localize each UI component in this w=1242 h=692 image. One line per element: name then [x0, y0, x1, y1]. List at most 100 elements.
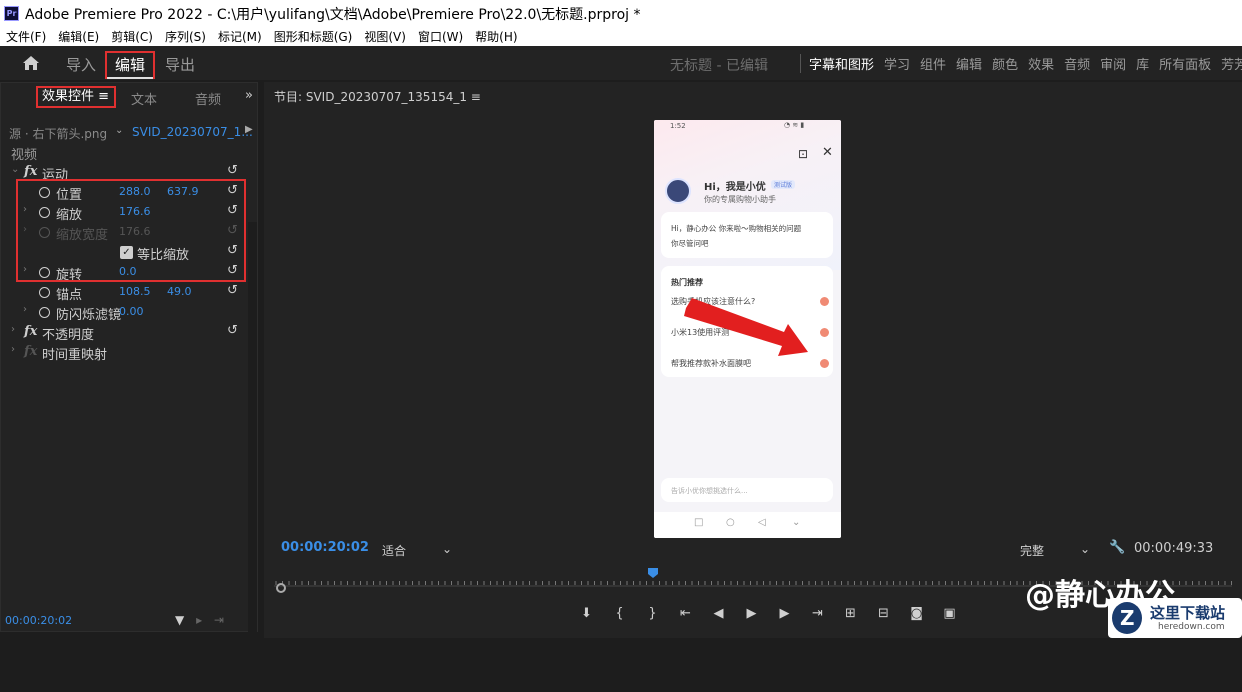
effect-timecode[interactable]: 00:00:20:02	[5, 614, 72, 627]
chevron-down-icon: ⌄	[441, 542, 452, 556]
home-icon[interactable]	[22, 55, 40, 71]
source-row: 源 · 右下箭头.png ⌄ SVID_20230707_1... ▶	[1, 123, 259, 141]
ws-all-panels[interactable]: 所有面板	[1159, 54, 1211, 73]
program-monitor: 节目: SVID_20230707_135154_1 ≡ 1:52 ◔ ≋ ▮ …	[264, 82, 1242, 638]
workspace-tabs: 字幕和图形 学习 组件 编辑 颜色 效果 音频 审阅 库 所有面板 芳芳的	[800, 54, 1242, 73]
wrench-icon[interactable]: 🔧	[1109, 540, 1125, 555]
opacity-row[interactable]: › fx 不透明度 ↺	[1, 323, 247, 343]
extract-icon[interactable]: ⊟	[867, 606, 900, 621]
reset-icon[interactable]: ↺	[227, 283, 238, 298]
arrow-icon	[820, 359, 829, 368]
mark-in-icon[interactable]: {	[603, 606, 636, 621]
expand-icon[interactable]: ›	[11, 344, 15, 355]
source-name[interactable]: 源 · 右下箭头.png	[9, 125, 107, 142]
menu-edit[interactable]: 编辑(E)	[58, 28, 99, 45]
fx-icon[interactable]: fx	[24, 324, 37, 339]
ws-captions-graphics[interactable]: 字幕和图形	[809, 54, 874, 73]
clip-name[interactable]: SVID_20230707_1...	[132, 125, 253, 139]
antiflicker-value[interactable]: 0.00	[119, 305, 144, 318]
menu-graphics[interactable]: 图形和标题(G)	[274, 28, 353, 45]
expand-icon[interactable]: ›	[11, 324, 15, 335]
nav-back-icon: ◁	[758, 517, 766, 528]
lift-icon[interactable]: ⊞	[834, 606, 867, 621]
menu-view[interactable]: 视图(V)	[364, 28, 406, 45]
arrow-icon	[820, 297, 829, 306]
status-icons: ◔ ≋ ▮	[784, 121, 805, 129]
tab-audio[interactable]: 音频	[195, 89, 221, 108]
anchor-y[interactable]: 49.0	[167, 285, 192, 298]
menu-help[interactable]: 帮助(H)	[475, 28, 517, 45]
tab-edit[interactable]: 编辑	[105, 51, 156, 79]
go-to-out-icon[interactable]: ⇥	[801, 606, 834, 621]
video-header: 视频	[11, 148, 38, 163]
chevron-down-icon[interactable]: ⌄	[115, 125, 123, 136]
menu-sequence[interactable]: 序列(S)	[165, 28, 206, 45]
tab-effect-controls[interactable]: 效果控件 ≡	[36, 86, 116, 108]
ws-review[interactable]: 审阅	[1100, 54, 1126, 73]
menu-markers[interactable]: 标记(M)	[218, 28, 262, 45]
panel-tabs: 效果控件 ≡ 文本 音频 »	[1, 83, 259, 111]
robot-avatar-icon	[665, 178, 691, 204]
anchor-row: 锚点 108.5 49.0 ↺	[1, 283, 247, 303]
fx-icon: fx	[24, 344, 38, 359]
mark-out-icon[interactable]: }	[636, 606, 669, 621]
menu-bar: 文件(F) 编辑(E) 剪辑(C) 序列(S) 标记(M) 图形和标题(G) 视…	[0, 27, 1242, 46]
more-tabs-icon[interactable]: »	[245, 88, 253, 103]
red-arrow-icon	[684, 298, 808, 356]
fx-icon[interactable]: fx	[24, 164, 37, 179]
add-marker-icon[interactable]: ⬇	[570, 606, 603, 621]
gift-icon: ⊡	[798, 147, 809, 161]
expand-icon[interactable]: ⌄	[11, 164, 19, 175]
filter-icon[interactable]: ▼	[175, 613, 184, 627]
step-back-icon[interactable]: ◀	[702, 606, 735, 621]
nav-circle-icon: ○	[726, 517, 735, 528]
greeting: Hi，我是小优	[704, 182, 766, 193]
time-remap-row[interactable]: › fx 时间重映射	[1, 343, 247, 363]
play-triangle-icon[interactable]: ▶	[245, 124, 253, 135]
panel-scrollbar[interactable]	[248, 222, 257, 692]
quality-select[interactable]: 完整 ⌄	[1020, 542, 1096, 558]
menu-window[interactable]: 窗口(W)	[418, 28, 463, 45]
panel-menu-icon[interactable]: ≡	[98, 89, 109, 104]
step-forward-icon[interactable]: ▶	[768, 606, 801, 621]
ws-libraries[interactable]: 库	[1136, 54, 1149, 73]
go-to-in-icon[interactable]: ⇤	[669, 606, 702, 621]
ws-learn[interactable]: 学习	[884, 54, 910, 73]
compare-icon[interactable]: ▣	[933, 606, 966, 621]
play-icon[interactable]: ▶	[735, 606, 768, 621]
download-site-logo: Z 这里下载站 heredown.com	[1108, 598, 1242, 638]
phone-navbar: □ ○ ◁ ⌄	[654, 512, 841, 538]
video-frame: 1:52 ◔ ≋ ▮ ⊡ ✕ Hi，我是小优 测试版 你的专属购物小助手 Hi，…	[654, 120, 841, 538]
ws-editing[interactable]: 编辑	[956, 54, 982, 73]
export-icon[interactable]: ⇥	[214, 613, 224, 627]
reset-icon[interactable]: ↺	[227, 323, 238, 338]
tab-import[interactable]: 导入	[66, 54, 96, 75]
ws-custom[interactable]: 芳芳的	[1221, 54, 1242, 73]
tab-export[interactable]: 导出	[165, 54, 195, 75]
stopwatch-icon[interactable]	[39, 307, 50, 318]
ws-assembly[interactable]: 组件	[920, 54, 946, 73]
ws-color[interactable]: 颜色	[992, 54, 1018, 73]
anchor-x[interactable]: 108.5	[119, 285, 151, 298]
workspace-bar: 导入 编辑 导出 无标题 - 已编辑 字幕和图形 学习 组件 编辑 颜色 效果 …	[0, 46, 1242, 80]
expand-icon[interactable]: ›	[23, 304, 27, 315]
camera-icon[interactable]: ◙	[900, 606, 933, 621]
stopwatch-icon[interactable]	[39, 287, 50, 298]
highlight-box	[16, 179, 246, 282]
nav-menu-icon: ⌄	[792, 517, 801, 528]
zoom-scroll-knob[interactable]	[276, 583, 286, 593]
play-audio-icon[interactable]: ▸	[196, 613, 202, 627]
project-status: 无标题 - 已编辑	[670, 58, 768, 74]
transport-controls: ⬇ { } ⇤ ◀ ▶ ▶ ⇥ ⊞ ⊟ ◙ ▣	[570, 602, 970, 624]
fit-select[interactable]: 适合 ⌄	[382, 542, 458, 558]
menu-file[interactable]: 文件(F)	[6, 28, 46, 45]
ws-audio[interactable]: 音频	[1064, 54, 1090, 73]
menu-clip[interactable]: 剪辑(C)	[111, 28, 153, 45]
premiere-logo-icon: Pr	[4, 6, 19, 21]
program-title[interactable]: 节目: SVID_20230707_135154_1 ≡	[274, 88, 481, 105]
chat-input: 告诉小优你想挑选什么...	[661, 478, 833, 502]
program-timecode[interactable]: 00:00:20:02	[281, 540, 369, 555]
reset-icon[interactable]: ↺	[227, 163, 238, 178]
ws-effects[interactable]: 效果	[1028, 54, 1054, 73]
tab-text[interactable]: 文本	[131, 89, 157, 108]
